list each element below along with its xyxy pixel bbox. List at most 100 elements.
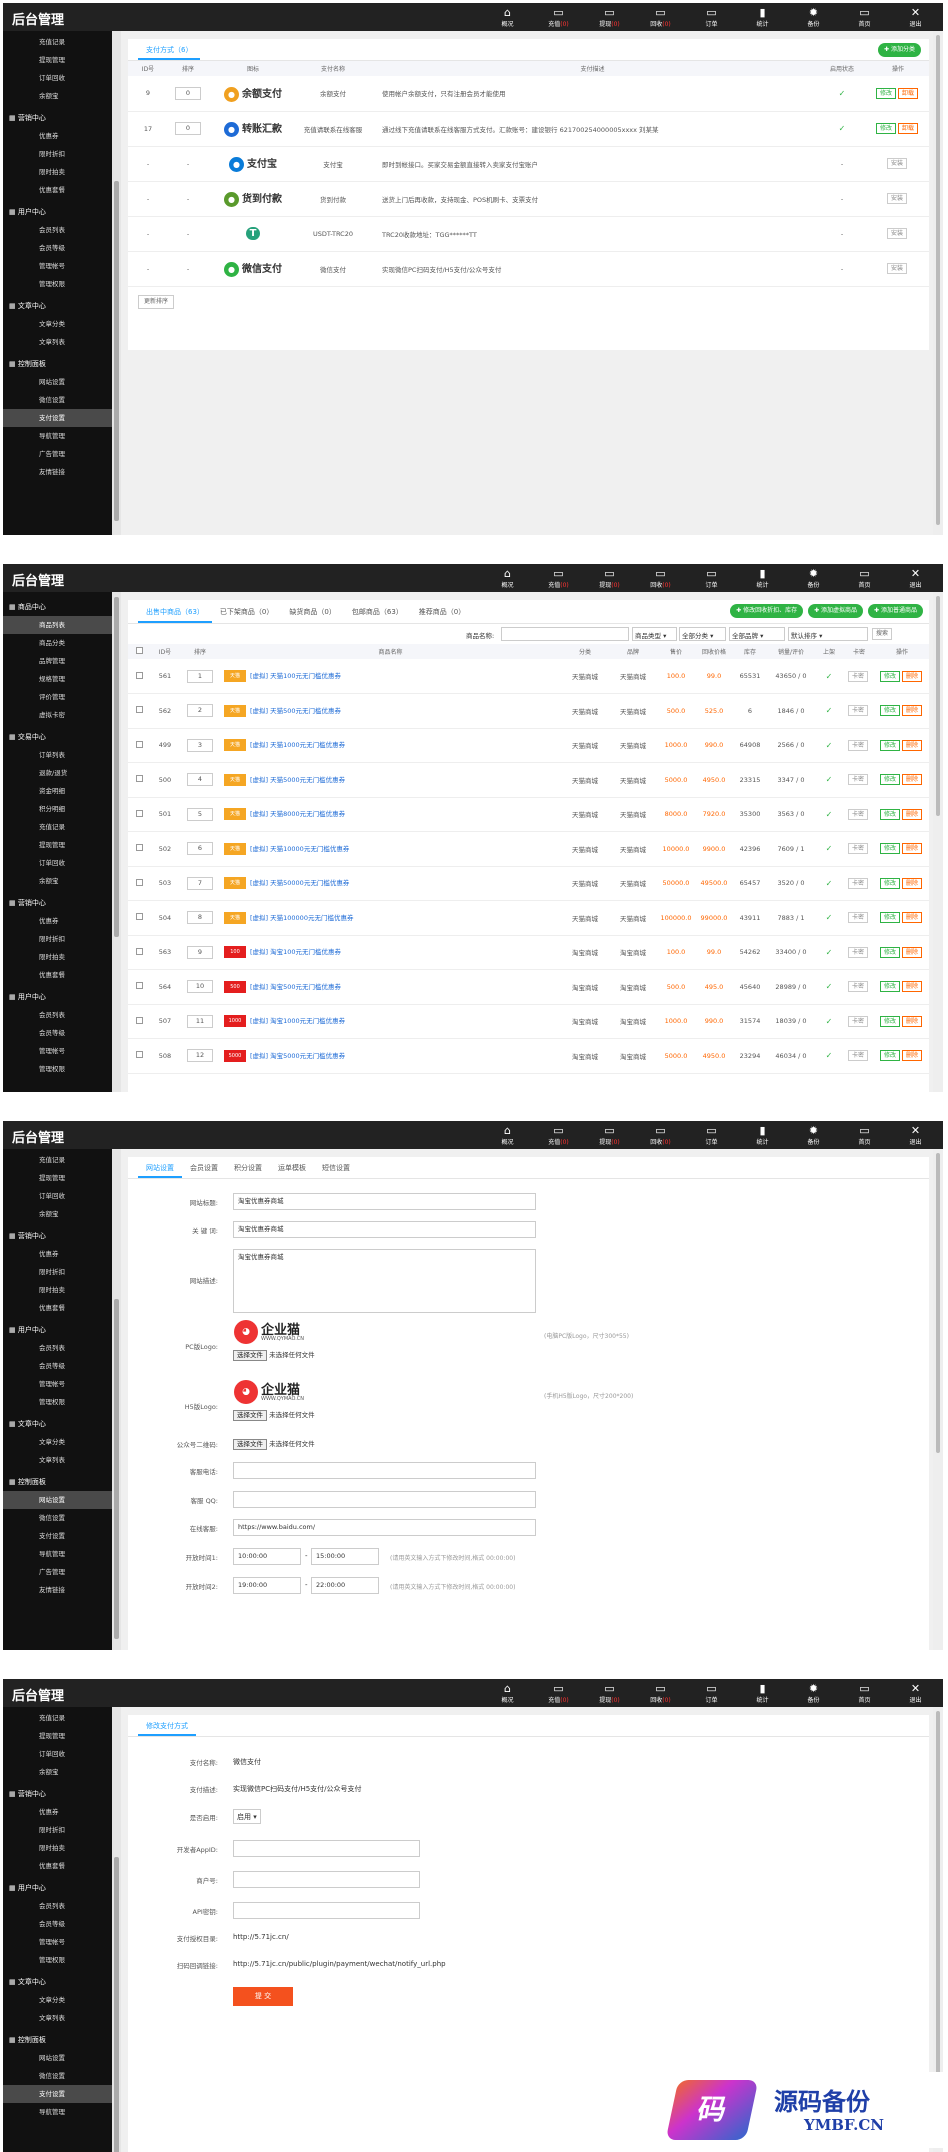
- product-name-link[interactable]: [虚拟] 淘宝1000元无门槛优惠券: [250, 1017, 345, 1025]
- sidebar-item[interactable]: 优惠券: [3, 1803, 112, 1821]
- sidebar-item[interactable]: 优惠券: [3, 912, 112, 930]
- order-input[interactable]: 1: [187, 669, 213, 683]
- sidebar-item[interactable]: 资金明细: [3, 782, 112, 800]
- sidebar-group[interactable]: ▦ 营销中心: [3, 1227, 112, 1245]
- sidebar-group[interactable]: ▦ 文章中心: [3, 1973, 112, 1991]
- card-key-button[interactable]: 卡密: [847, 1050, 868, 1062]
- sidebar-group[interactable]: ▦ 文章中心: [3, 297, 112, 315]
- on-shelf-check[interactable]: ✓: [815, 1004, 843, 1039]
- sidebar-item[interactable]: 余额宝: [3, 1205, 112, 1223]
- sidebar-item[interactable]: 管理帐号: [3, 1933, 112, 1951]
- sidebar-item[interactable]: 余额宝: [3, 87, 112, 105]
- action-button[interactable]: ✚ 添加普通商品: [868, 604, 923, 618]
- site-title-input[interactable]: 淘宝优惠券商城: [233, 1193, 536, 1210]
- sidebar-item[interactable]: 评价管理: [3, 688, 112, 706]
- tab-settings[interactable]: 运单模板: [270, 1157, 314, 1178]
- page-scrollbar[interactable]: [933, 31, 943, 535]
- product-name-link[interactable]: [虚拟] 天猫500元无门槛优惠券: [250, 707, 341, 715]
- on-shelf-check[interactable]: ✓: [815, 901, 843, 936]
- order-input[interactable]: 10: [187, 980, 213, 994]
- card-key-button[interactable]: 卡密: [847, 739, 868, 751]
- order-input[interactable]: 3: [187, 738, 213, 752]
- nav-item-4[interactable]: ▭ 订单: [686, 564, 737, 592]
- brand-select[interactable]: 全部品牌 ▾: [729, 627, 785, 641]
- sidebar-item[interactable]: 文章分类: [3, 315, 112, 333]
- nav-item-6[interactable]: ✹ 备份: [788, 1679, 839, 1707]
- sidebar-item[interactable]: 文章列表: [3, 2009, 112, 2027]
- row-checkbox[interactable]: [135, 1016, 143, 1024]
- submit-button[interactable]: 提 交: [233, 1987, 293, 2006]
- row-action-button[interactable]: 卸载: [898, 123, 919, 134]
- sidebar-item[interactable]: 订单列表: [3, 746, 112, 764]
- product-name-link[interactable]: [虚拟] 淘宝5000元无门槛优惠券: [250, 1052, 345, 1060]
- sidebar-scrollbar[interactable]: [112, 1149, 121, 1650]
- order-input[interactable]: 6: [187, 842, 213, 856]
- open-time2-start[interactable]: 19:00:00: [233, 1577, 301, 1594]
- tab-payment-methods[interactable]: 支付方式（6）: [138, 39, 201, 60]
- delete-button[interactable]: 删除: [902, 843, 923, 855]
- online-service-input[interactable]: https://www.baidu.com/: [233, 1519, 536, 1536]
- sidebar-item[interactable]: 充值记录: [3, 818, 112, 836]
- row-action-button[interactable]: 安装: [886, 158, 907, 169]
- sidebar-item[interactable]: 管理权限: [3, 1060, 112, 1078]
- update-order-button[interactable]: 更新排序: [138, 294, 175, 309]
- card-key-button[interactable]: 卡密: [847, 946, 868, 958]
- sidebar-scrollbar[interactable]: [112, 592, 121, 1092]
- service-phone-input[interactable]: [233, 1462, 536, 1479]
- sidebar-item[interactable]: 管理帐号: [3, 1375, 112, 1393]
- sidebar-group[interactable]: ▦ 商品中心: [3, 598, 112, 616]
- sidebar-item[interactable]: 订单回收: [3, 854, 112, 872]
- nav-item-2[interactable]: ▭ 提现(0): [584, 3, 635, 31]
- page-scrollbar[interactable]: [933, 1149, 943, 1650]
- tab-products[interactable]: 推荐商品（0）: [411, 600, 473, 623]
- sidebar-item[interactable]: 会员列表: [3, 221, 112, 239]
- sidebar-item[interactable]: 文章列表: [3, 333, 112, 351]
- edit-button[interactable]: 修改: [879, 1015, 900, 1027]
- edit-button[interactable]: 修改: [879, 843, 900, 855]
- row-checkbox[interactable]: [135, 844, 143, 852]
- order-input[interactable]: 5: [187, 807, 213, 821]
- nav-item-1[interactable]: ▭ 充值(0): [533, 564, 584, 592]
- tab-settings[interactable]: 短信设置: [314, 1157, 358, 1178]
- row-action-button[interactable]: 安装: [886, 228, 907, 239]
- qr-file-button[interactable]: 选择文件: [233, 1439, 267, 1450]
- edit-button[interactable]: 修改: [879, 912, 900, 924]
- sidebar-group[interactable]: ▦ 营销中心: [3, 1785, 112, 1803]
- sidebar-item[interactable]: 微信设置: [3, 2067, 112, 2085]
- sidebar-item[interactable]: 管理帐号: [3, 257, 112, 275]
- nav-item-7[interactable]: ▭ 首页: [839, 564, 890, 592]
- order-input[interactable]: 11: [187, 1014, 213, 1028]
- tab-products[interactable]: 出售中商品（63）: [138, 600, 212, 623]
- nav-item-7[interactable]: ▭ 首页: [839, 1679, 890, 1707]
- product-name-link[interactable]: [虚拟] 天猫10000元无门槛优惠券: [250, 845, 349, 853]
- enable-select[interactable]: 启用 ▾: [233, 1809, 261, 1824]
- sidebar-item[interactable]: 优惠套餐: [3, 966, 112, 984]
- add-category-button[interactable]: ✚ 添加分类: [878, 43, 921, 57]
- sidebar-item[interactable]: 管理权限: [3, 275, 112, 293]
- sidebar-item[interactable]: 网站设置: [3, 2049, 112, 2067]
- on-shelf-check[interactable]: ✓: [815, 763, 843, 798]
- sidebar-item[interactable]: 退款/退货: [3, 764, 112, 782]
- delete-button[interactable]: 删除: [902, 670, 923, 682]
- nav-item-7[interactable]: ▭ 首页: [839, 1121, 890, 1149]
- sidebar-item[interactable]: 提现管理: [3, 1727, 112, 1745]
- row-checkbox[interactable]: [135, 1051, 143, 1059]
- row-action-button[interactable]: 修改: [875, 123, 896, 134]
- nav-item-5[interactable]: ▮ 统计: [737, 1121, 788, 1149]
- row-action-button[interactable]: 修改: [875, 87, 896, 99]
- sidebar-group[interactable]: ▦ 营销中心: [3, 109, 112, 127]
- sidebar-item[interactable]: 提现管理: [3, 1169, 112, 1187]
- edit-button[interactable]: 修改: [879, 808, 900, 820]
- row-checkbox[interactable]: [135, 913, 143, 921]
- edit-button[interactable]: 修改: [879, 877, 900, 889]
- nav-item-4[interactable]: ▭ 订单: [686, 1121, 737, 1149]
- sidebar-item[interactable]: 导航管理: [3, 2103, 112, 2121]
- sidebar-group[interactable]: ▦ 用户中心: [3, 1321, 112, 1339]
- nav-item-0[interactable]: ⌂ 概况: [482, 1679, 533, 1707]
- nav-item-8[interactable]: ✕ 退出: [890, 1679, 941, 1707]
- sidebar-item[interactable]: 支付设置: [3, 2085, 112, 2103]
- select-all-checkbox[interactable]: [135, 647, 143, 654]
- order-input[interactable]: 12: [187, 1049, 213, 1063]
- row-checkbox[interactable]: [135, 740, 143, 748]
- sort-select[interactable]: 默认排序 ▾: [788, 627, 868, 641]
